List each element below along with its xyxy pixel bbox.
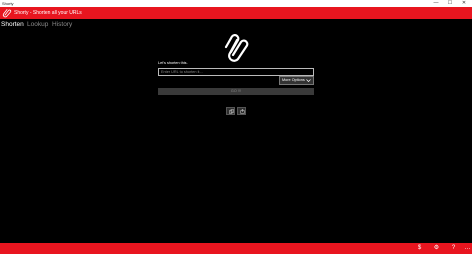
- paperclip-icon: [2, 9, 12, 18]
- go-button[interactable]: GO !!!: [158, 88, 314, 95]
- url-input[interactable]: [158, 68, 314, 76]
- share-icon: [240, 109, 244, 114]
- maximize-button[interactable]: ☐: [443, 0, 457, 7]
- copy-button[interactable]: [226, 107, 235, 115]
- share-button[interactable]: [237, 107, 246, 115]
- app-title: Shorty - Shorten all your URLs: [14, 10, 82, 16]
- more-options-button[interactable]: More Options: [279, 76, 314, 85]
- chevron-down-icon: [306, 79, 311, 82]
- minimize-button[interactable]: —: [429, 0, 443, 7]
- link-icon: [224, 34, 249, 62]
- app-header: Shorty - Shorten all your URLs: [0, 7, 472, 19]
- shorten-prompt: Let's shorten this.: [158, 61, 188, 65]
- bottom-app-bar: $ ⚙ ? …: [0, 243, 472, 254]
- dollar-icon[interactable]: $: [415, 244, 424, 253]
- copy-icon: [228, 109, 234, 114]
- os-titlebar: Shorty — ☐ ✕: [0, 0, 472, 7]
- window-title: Shorty: [2, 1, 14, 6]
- help-icon[interactable]: ?: [449, 244, 458, 253]
- more-options-label: More Options: [282, 78, 305, 82]
- gear-icon[interactable]: ⚙: [432, 244, 441, 253]
- tab-shorten[interactable]: Shorten: [1, 19, 24, 30]
- more-icon[interactable]: …: [463, 244, 472, 253]
- tab-history[interactable]: History: [52, 19, 72, 30]
- tab-lookup[interactable]: Lookup: [27, 19, 48, 30]
- close-button[interactable]: ✕: [457, 0, 471, 7]
